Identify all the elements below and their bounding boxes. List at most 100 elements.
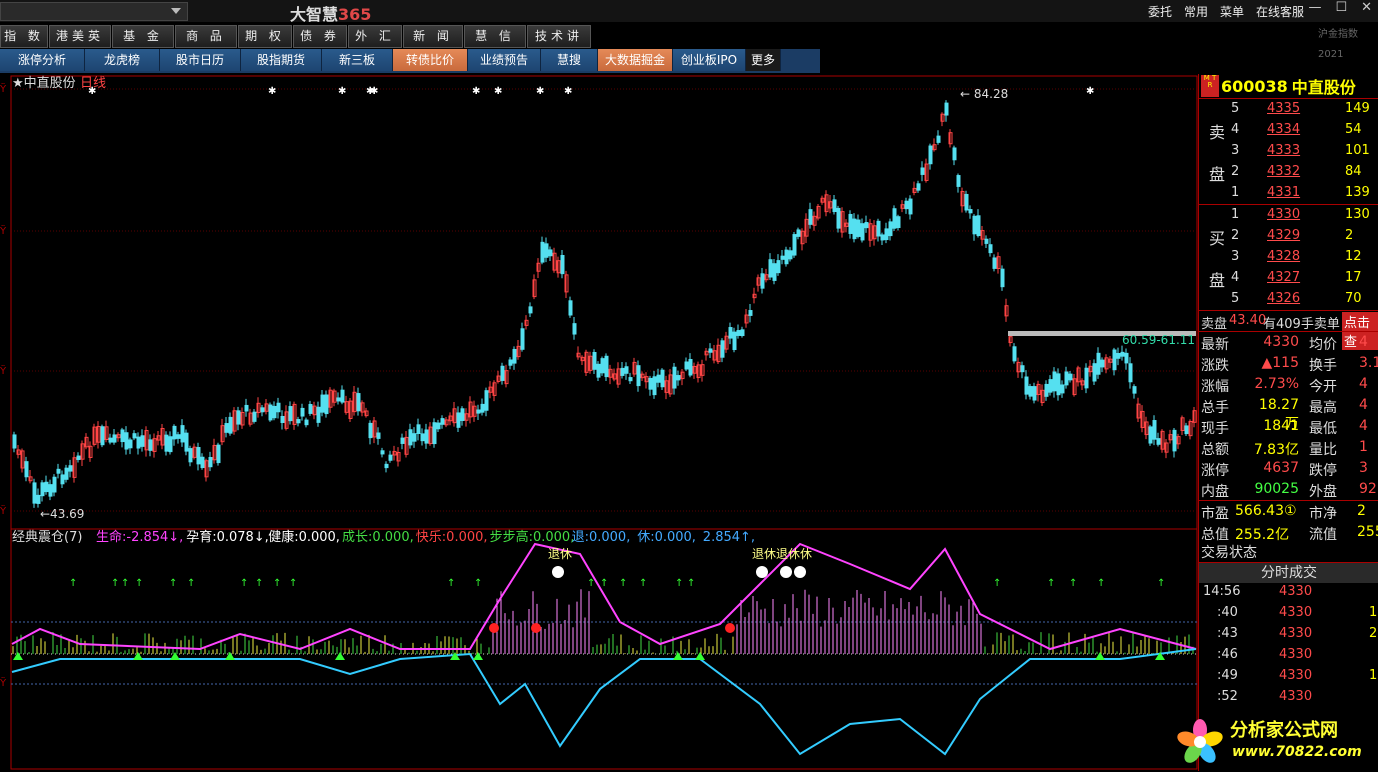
candlestick	[296, 419, 301, 424]
book-row[interactable]: 3 4333 101	[1229, 143, 1378, 164]
nav-tab[interactable]: 技术讲堂	[527, 25, 591, 64]
candlestick	[852, 218, 857, 240]
candlestick	[848, 213, 853, 234]
book-volume: 101	[1345, 143, 1370, 158]
candlestick	[1116, 352, 1121, 359]
candlestick	[896, 216, 901, 229]
candlestick	[276, 402, 281, 413]
nav-tab[interactable]: 指 数	[0, 25, 48, 48]
top-menu-item[interactable]: 常用	[1184, 3, 1208, 20]
candlestick	[544, 243, 549, 258]
nav-tab[interactable]: 新 闻	[403, 25, 463, 48]
up-arrow-icon: ↑	[121, 578, 129, 589]
candlestick	[916, 183, 921, 191]
mtr-icon[interactable]: M T R	[1201, 75, 1219, 97]
nav2-tab[interactable]: 新三板	[322, 49, 393, 71]
candlestick	[672, 366, 677, 389]
stat-key: 跌停	[1309, 463, 1337, 479]
up-arrow-icon: ↑	[993, 578, 1001, 589]
candlestick	[368, 422, 373, 439]
book-price: 4334	[1267, 122, 1301, 137]
stock-selector-dropdown[interactable]	[0, 2, 188, 21]
top-menu-item[interactable]: 菜单	[1220, 3, 1244, 20]
candlestick	[224, 423, 229, 433]
candlestick	[600, 358, 605, 374]
nav2-tab[interactable]: 涨停分析	[0, 49, 85, 71]
indicator-note: 退休	[548, 547, 572, 561]
up-arrow-icon: ↑	[675, 578, 683, 589]
signal-star-icon: ✱	[88, 86, 96, 97]
stat-row: 总手 18.27万 最高 4	[1199, 395, 1378, 432]
candlestick	[132, 433, 137, 439]
book-row[interactable]: 5 4326 70	[1229, 291, 1378, 312]
book-row[interactable]: 1 4331 139	[1229, 185, 1378, 206]
nav2-tab[interactable]: 龙虎榜	[85, 49, 160, 71]
market-row: 总值 255.2亿 流值 255.	[1199, 522, 1378, 543]
maximize-icon[interactable]: ☐	[1335, 0, 1347, 15]
candlestick	[768, 259, 773, 278]
nav-tab[interactable]: 慧 信	[464, 25, 526, 48]
book-row[interactable]: 1 4330 130	[1229, 207, 1378, 228]
nav2-tab[interactable]: 转债比价	[393, 49, 468, 71]
book-row[interactable]: 4 4334 54	[1229, 122, 1378, 143]
candlestick	[636, 365, 641, 387]
candlestick	[208, 457, 213, 468]
candlestick	[316, 406, 321, 423]
indicator-value: 孕育:0.078↓,	[186, 529, 269, 545]
signal-star-icon: ✱	[370, 86, 378, 97]
book-row[interactable]: 4 4327 17	[1229, 270, 1378, 291]
stat-value: ▲115	[1261, 355, 1300, 371]
candlestick	[300, 407, 305, 417]
candlestick	[456, 412, 461, 428]
candlestick	[1100, 359, 1105, 368]
ticks-title[interactable]: 分时成交	[1199, 562, 1378, 583]
minimize-icon[interactable]: —	[1308, 0, 1321, 15]
signal-star-icon: ✱	[1086, 86, 1094, 97]
candlestick	[376, 432, 381, 439]
candlestick	[1000, 268, 1005, 288]
book-row[interactable]: 3 4328 12	[1229, 249, 1378, 270]
title-bar: 大智慧365 委托 常用 菜单 在线客服 — ☐ ✕	[0, 0, 1378, 24]
nav-tab[interactable]: 外 汇	[348, 25, 402, 48]
candlestick	[408, 429, 413, 446]
book-row[interactable]: 5 4335 149	[1229, 101, 1378, 122]
book-row[interactable]: 2 4332 84	[1229, 164, 1378, 185]
nav2-tab[interactable]: 创业板IPO	[673, 49, 746, 71]
top-menu-item[interactable]: 在线客服	[1256, 3, 1304, 20]
up-arrow-icon: ↑	[1047, 578, 1055, 589]
kline-chart[interactable]: ΫΫΫΫΫ★中直股份 日线← 84.28←43.6960.59-61.11✱ ✱ ✱ ✱…	[0, 74, 1198, 771]
tick-time: :40	[1217, 605, 1238, 620]
candlestick	[60, 474, 65, 485]
book-price: 4330	[1267, 207, 1301, 222]
book-level: 1	[1231, 207, 1240, 222]
candlestick	[424, 429, 429, 444]
nav-tab[interactable]: 期 权	[238, 25, 292, 48]
nav-tab[interactable]: 基 金	[112, 25, 174, 48]
nav2-tab[interactable]: 股指期货	[241, 49, 322, 71]
nav2-tab[interactable]: 业绩预告	[468, 49, 541, 71]
candlestick	[24, 461, 29, 478]
stat-row: 涨跌 ▲115 换手 3.1	[1199, 353, 1378, 374]
nav-tab[interactable]: 债 券	[293, 25, 347, 48]
candlestick	[740, 329, 745, 337]
close-icon[interactable]: ✕	[1361, 0, 1372, 15]
candlestick	[12, 434, 17, 449]
candlestick	[484, 390, 489, 411]
candlestick	[660, 369, 665, 388]
candlestick	[760, 273, 765, 289]
up-arrow-icon: ↑	[587, 578, 595, 589]
nav-tab[interactable]: 商 品	[175, 25, 237, 48]
book-row[interactable]: 2 4329 2	[1229, 228, 1378, 249]
tick-time: :52	[1217, 689, 1238, 704]
top-menu-item[interactable]: 委托	[1148, 3, 1172, 20]
nav2-tab[interactable]: 大数据掘金	[598, 49, 673, 71]
nav-tab[interactable]: 港美英	[49, 25, 111, 48]
candlestick	[944, 102, 949, 116]
tick-volume: 1	[1369, 668, 1378, 683]
candlestick	[476, 409, 481, 414]
nav2-tab[interactable]: 慧搜	[541, 49, 598, 71]
nav2-tab[interactable]: 更多	[746, 49, 781, 71]
nav2-tab[interactable]: 股市日历	[160, 49, 241, 71]
candlestick	[808, 209, 813, 225]
candlestick	[200, 456, 205, 469]
